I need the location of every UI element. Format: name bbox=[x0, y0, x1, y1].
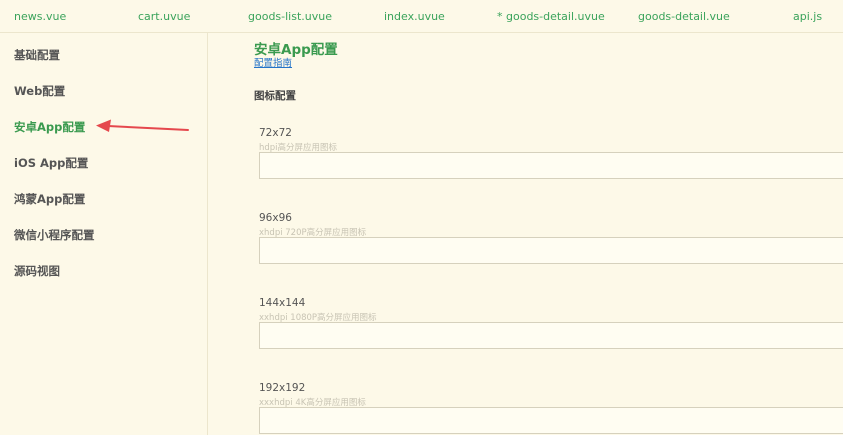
app-window: news.vue cart.uvue goods-list.uvue index… bbox=[0, 0, 843, 435]
icon-72-label: 72x72 bbox=[259, 127, 292, 139]
icon-96-label: 96x96 bbox=[259, 212, 292, 224]
tab-news-vue[interactable]: news.vue bbox=[14, 10, 66, 23]
icon-192-label: 192x192 bbox=[259, 382, 306, 394]
icon-144-input[interactable] bbox=[259, 322, 843, 349]
sidebar-item-harmony[interactable]: 鸿蒙App配置 bbox=[14, 191, 85, 207]
sidebar-item-basic[interactable]: 基础配置 bbox=[14, 47, 60, 63]
tab-cart-uvue[interactable]: cart.uvue bbox=[138, 10, 190, 23]
main-panel: 安卓App配置 配置指南 图标配置 72x72 hdpi高分屏应用图标 96x9… bbox=[209, 33, 843, 435]
tab-goods-detail-uvue[interactable]: * goods-detail.uvue bbox=[497, 10, 605, 23]
sidebar-item-android[interactable]: 安卓App配置 bbox=[14, 119, 85, 135]
sidebar-item-source-view[interactable]: 源码视图 bbox=[14, 263, 60, 279]
sidebar-item-ios[interactable]: iOS App配置 bbox=[14, 155, 88, 171]
tab-goods-list-uvue[interactable]: goods-list.uvue bbox=[248, 10, 332, 23]
tab-index-uvue[interactable]: index.uvue bbox=[384, 10, 445, 23]
section-title-icons: 图标配置 bbox=[254, 90, 296, 102]
sidebar-item-web[interactable]: Web配置 bbox=[14, 83, 65, 99]
sidebar-item-wechat-miniprogram[interactable]: 微信小程序配置 bbox=[14, 227, 95, 243]
tab-api-js[interactable]: api.js bbox=[793, 10, 822, 23]
editor-tab-bar: news.vue cart.uvue goods-list.uvue index… bbox=[0, 0, 843, 33]
icon-192-input[interactable] bbox=[259, 407, 843, 434]
tab-goods-detail-vue[interactable]: goods-detail.vue bbox=[638, 10, 730, 23]
config-guide-link[interactable]: 配置指南 bbox=[254, 55, 292, 69]
icon-96-input[interactable] bbox=[259, 237, 843, 264]
icon-144-label: 144x144 bbox=[259, 297, 306, 309]
red-arrow-icon bbox=[96, 119, 189, 132]
icon-72-input[interactable] bbox=[259, 152, 843, 179]
config-sidebar: 基础配置 Web配置 安卓App配置 iOS App配置 鸿蒙App配置 微信小… bbox=[0, 33, 208, 435]
